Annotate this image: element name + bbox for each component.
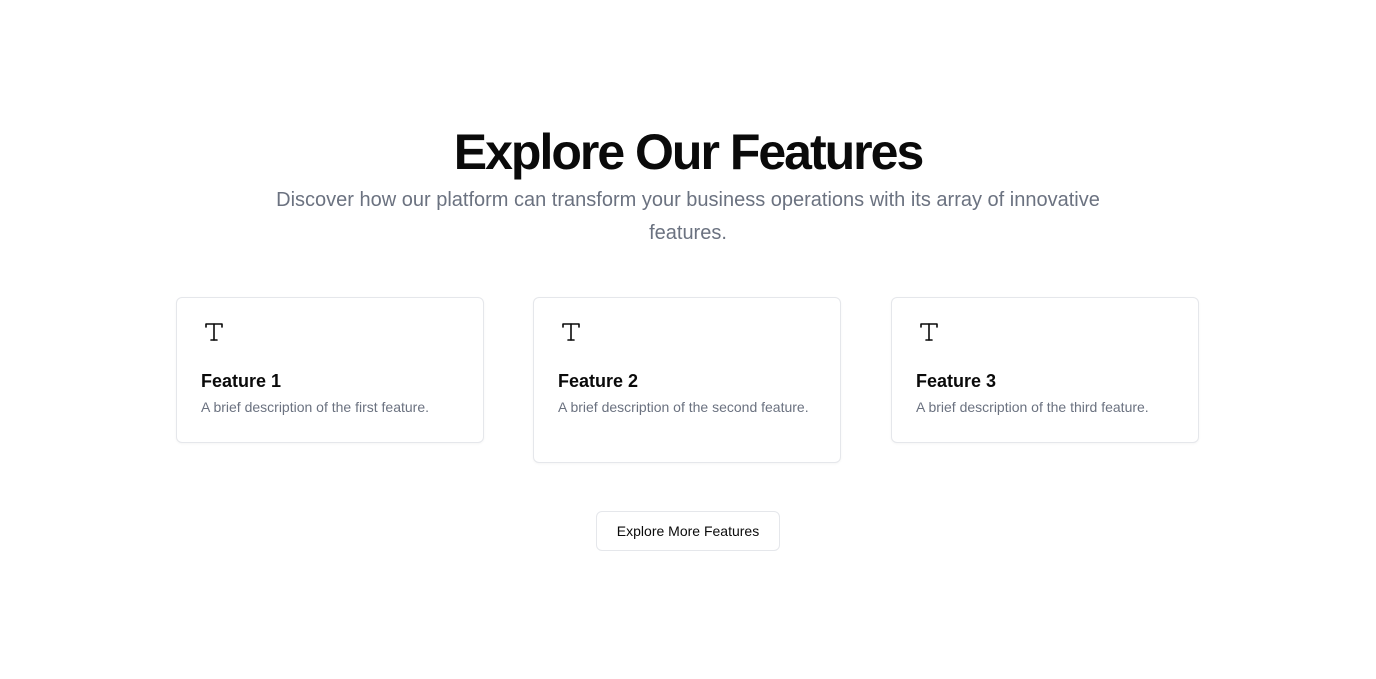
feature-description: A brief description of the second featur… (558, 399, 809, 415)
feature-title: Feature 2 (558, 371, 639, 391)
feature-description: A brief description of the third feature… (916, 399, 1149, 415)
features-section: Explore Our Features Discover how our pl… (0, 0, 1376, 679)
type-icon (205, 323, 223, 341)
explore-more-features-button[interactable]: Explore More Features (596, 511, 780, 551)
page-title: Explore Our Features (453, 124, 925, 180)
feature-title: Feature 1 (201, 371, 282, 391)
feature-card-3: Feature 3 A brief description of the thi… (891, 297, 1199, 443)
type-icon (920, 323, 938, 341)
feature-card-1: Feature 1 A brief description of the fir… (176, 297, 484, 443)
feature-description: A brief description of the first feature… (201, 399, 430, 415)
feature-title: Feature 3 (916, 371, 997, 391)
page-subtitle: Discover how our platform can transform … (276, 189, 1100, 244)
feature-card-2: Feature 2 A brief description of the sec… (533, 297, 841, 463)
type-icon (562, 323, 580, 341)
